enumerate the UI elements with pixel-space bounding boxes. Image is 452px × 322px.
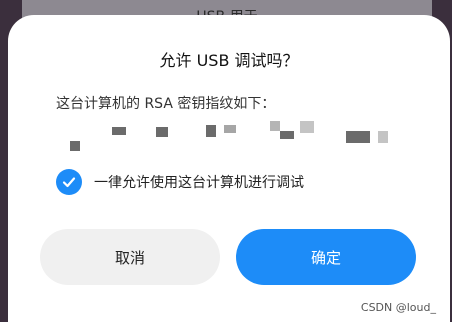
usb-debug-dialog: 允许 USB 调试吗？ 这台计算机的 RSA 密钥指纹如下： 一律允许使用这台计… [8, 15, 450, 322]
rsa-fingerprint-label: 这台计算机的 RSA 密钥指纹如下： [56, 96, 276, 112]
dialog-title: 允许 USB 调试吗？ [159, 51, 299, 70]
cancel-button[interactable]: 取消 [40, 229, 220, 285]
rsa-fingerprint-redacted [56, 115, 396, 155]
ok-button[interactable]: 确定 [236, 229, 416, 285]
remember-computer-option[interactable]: 一律允许使用这台计算机进行调试 [56, 167, 304, 197]
watermark: CSDN @loud_ [360, 301, 436, 314]
checkbox-label: 一律允许使用这台计算机进行调试 [94, 175, 304, 191]
checkbox-checked-icon[interactable] [56, 169, 82, 195]
